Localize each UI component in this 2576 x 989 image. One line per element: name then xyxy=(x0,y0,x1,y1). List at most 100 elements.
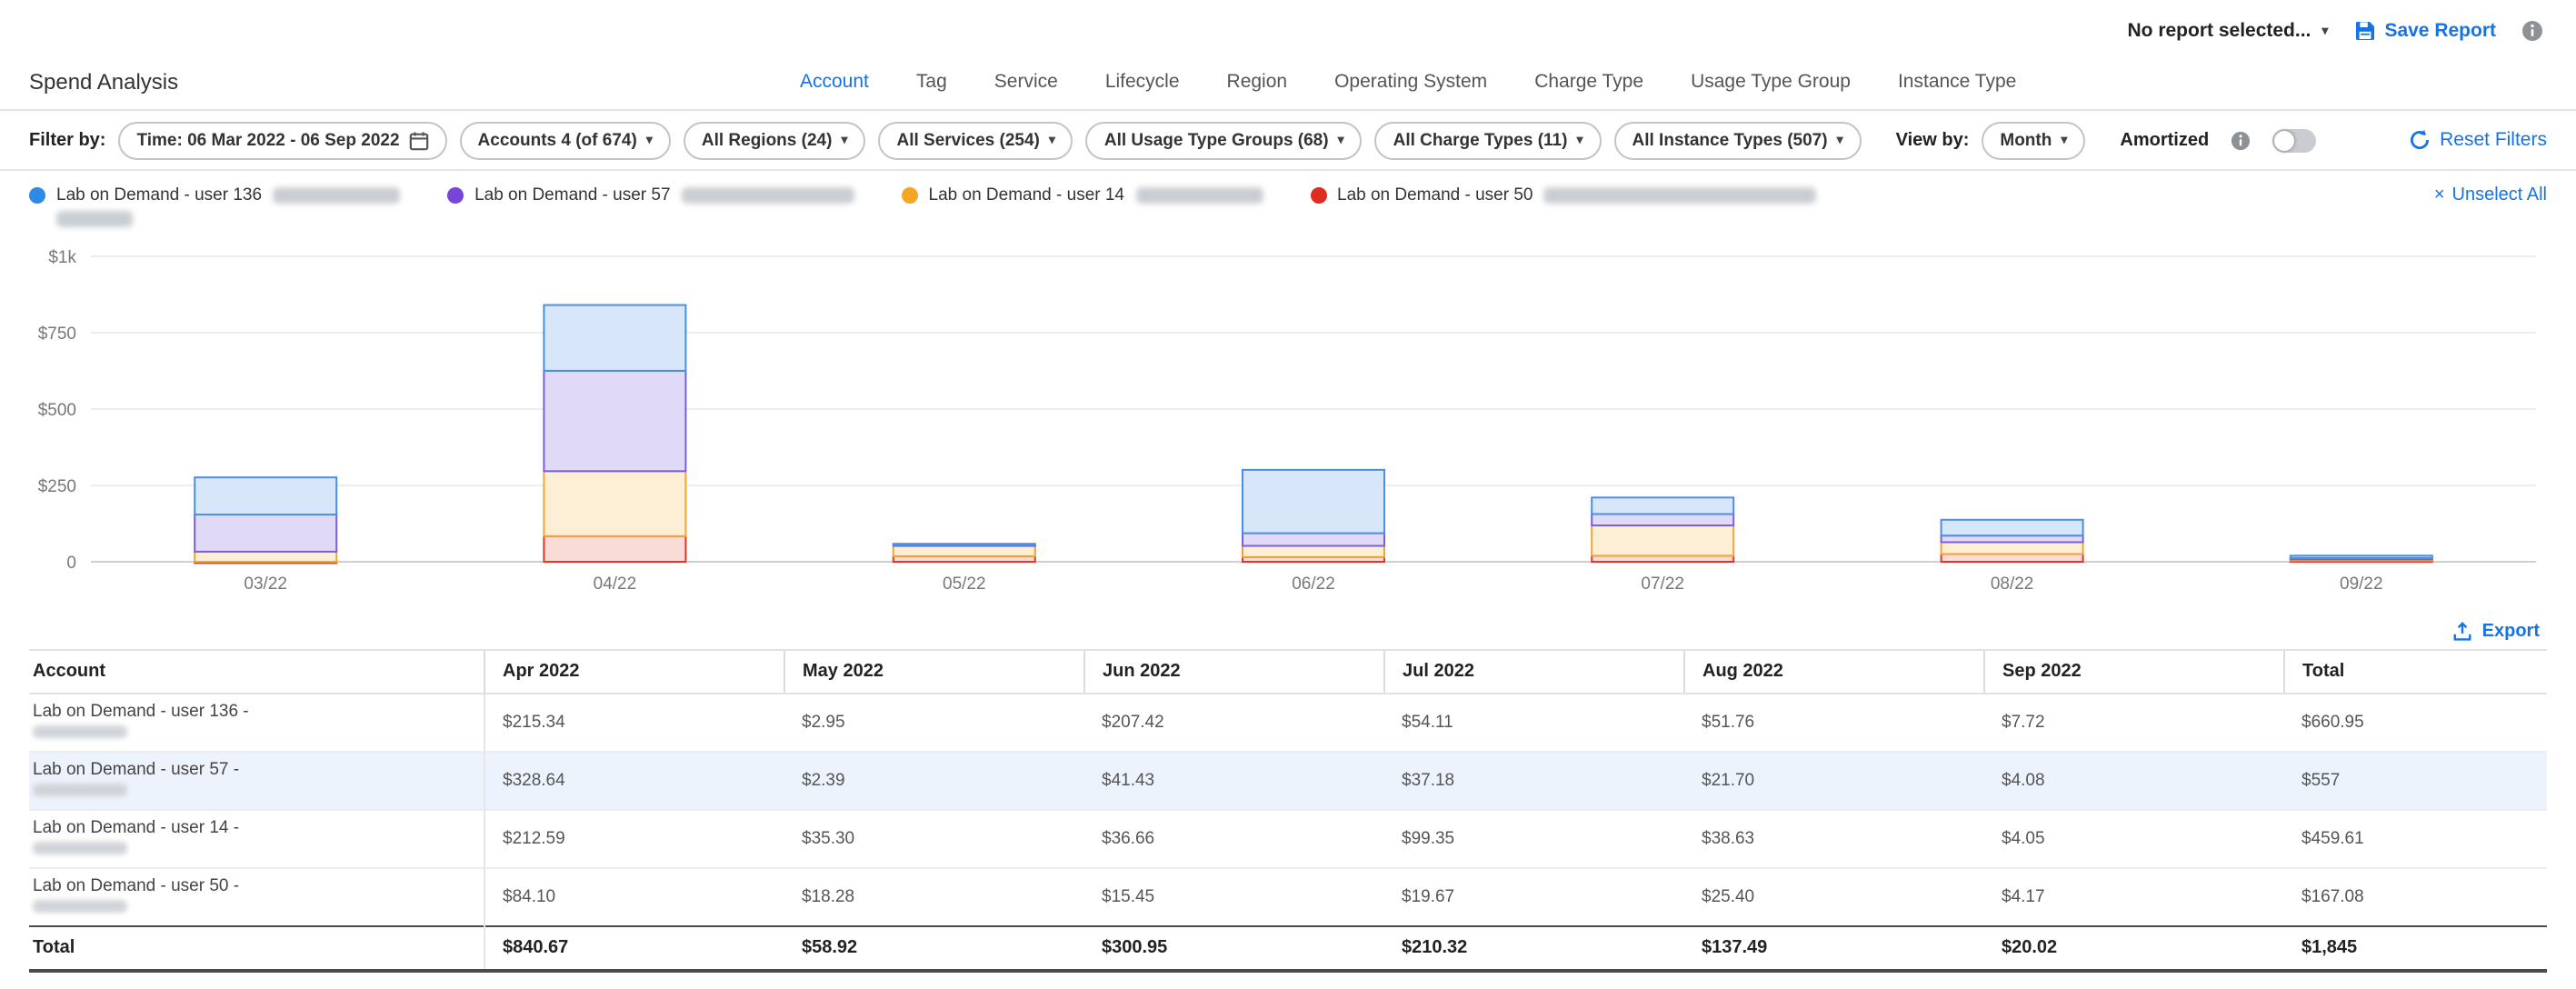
filter-pill-all-services[interactable]: All Services (254)▾ xyxy=(878,121,1073,159)
legend-item-lab-on-demand-user-50[interactable]: Lab on Demand - user 50 xyxy=(1310,185,1816,227)
bar-segment-lab-on-demand-user-50[interactable] xyxy=(1592,555,1733,562)
spend-table-container: AccountApr 2022May 2022Jun 2022Jul 2022A… xyxy=(0,649,2576,973)
bar-segment-lab-on-demand-user-14[interactable] xyxy=(1592,525,1733,555)
redacted-text xyxy=(33,900,127,913)
tab-charge-type[interactable]: Charge Type xyxy=(1534,71,1643,93)
legend-item-lab-on-demand-user-57[interactable]: Lab on Demand - user 57 xyxy=(447,185,854,227)
bar-segment-lab-on-demand-user-14[interactable] xyxy=(894,545,1035,556)
tab-account[interactable]: Account xyxy=(800,71,869,93)
table-cell: $19.67 xyxy=(1383,868,1683,926)
legend-dot xyxy=(29,187,45,204)
tab-instance-type[interactable]: Instance Type xyxy=(1898,71,2016,93)
table-row[interactable]: Lab on Demand - user 14 -$212.59$35.30$3… xyxy=(29,810,2547,868)
chevron-down-icon: ▾ xyxy=(1576,134,1583,146)
account-name: Lab on Demand - user 14 - xyxy=(33,818,468,838)
bar-segment-lab-on-demand-user-14[interactable] xyxy=(1942,542,2083,554)
column-header-total[interactable]: Total xyxy=(2283,650,2547,694)
column-header-jun-2022[interactable]: Jun 2022 xyxy=(1083,650,1383,694)
tab-lifecycle[interactable]: Lifecycle xyxy=(1105,71,1180,93)
chevron-down-icon: ▾ xyxy=(646,134,653,146)
redacted-text xyxy=(273,187,400,204)
reset-filters-button[interactable]: Reset Filters xyxy=(2409,129,2547,151)
legend-item-lab-on-demand-user-14[interactable]: Lab on Demand - user 14 xyxy=(902,185,1263,227)
account-cell: Lab on Demand - user 14 - xyxy=(29,810,484,868)
bar-segment-lab-on-demand-user-136[interactable] xyxy=(1942,520,2083,535)
table-row[interactable]: Lab on Demand - user 57 -$328.64$2.39$41… xyxy=(29,752,2547,810)
column-header-aug-2022[interactable]: Aug 2022 xyxy=(1683,650,1983,694)
chevron-down-icon: ▾ xyxy=(2321,25,2328,37)
legend-item-lab-on-demand-user-136[interactable]: Lab on Demand - user 136 xyxy=(29,185,400,227)
tab-operating-system[interactable]: Operating System xyxy=(1334,71,1487,93)
table-cell: $25.40 xyxy=(1683,868,1983,926)
table-cell: $167.08 xyxy=(2283,868,2547,926)
filter-pill-label: All Instance Types (507) xyxy=(1632,130,1828,150)
redacted-text xyxy=(1543,187,1816,204)
x-axis-tick-label: 03/22 xyxy=(244,574,287,594)
amortized-toggle[interactable] xyxy=(2272,128,2316,152)
export-row: Export xyxy=(0,618,2576,649)
bar-segment-lab-on-demand-user-136[interactable] xyxy=(1243,470,1384,534)
x-axis-tick-label: 09/22 xyxy=(2340,574,2383,594)
save-report-label: Save Report xyxy=(2384,20,2496,42)
table-cell: $37.18 xyxy=(1383,752,1683,810)
bar-segment-lab-on-demand-user-50[interactable] xyxy=(544,536,685,562)
bar-segment-lab-on-demand-user-14[interactable] xyxy=(195,552,336,562)
legend-dot xyxy=(447,187,464,204)
redacted-text xyxy=(33,842,127,854)
filter-pill-all-charge-types[interactable]: All Charge Types (11)▾ xyxy=(1375,121,1602,159)
unselect-all-label: Unselect All xyxy=(2452,185,2548,205)
column-header-may-2022[interactable]: May 2022 xyxy=(784,650,1083,694)
filter-pill-time-06-mar-2022-06-sep-2022[interactable]: Time: 06 Mar 2022 - 06 Sep 2022 xyxy=(118,121,446,159)
amortized-label: Amortized xyxy=(2120,130,2209,150)
view-by-month-dropdown[interactable]: Month ▾ xyxy=(1982,121,2085,159)
y-axis-tick-label: $250 xyxy=(38,477,76,496)
column-header-account[interactable]: Account xyxy=(29,650,484,694)
total-cell: $300.95 xyxy=(1083,926,1383,971)
filter-pill-all-usage-type-groups[interactable]: All Usage Type Groups (68)▾ xyxy=(1086,121,1363,159)
redacted-text xyxy=(1135,187,1263,204)
top-bar: No report selected... ▾ Save Report xyxy=(0,0,2576,55)
tab-service[interactable]: Service xyxy=(994,71,1058,93)
tab-region[interactable]: Region xyxy=(1227,71,1288,93)
tab-usage-type-group[interactable]: Usage Type Group xyxy=(1691,71,1851,93)
bar-segment-lab-on-demand-user-14[interactable] xyxy=(1243,546,1384,557)
bar-segment-lab-on-demand-user-136[interactable] xyxy=(544,305,685,371)
table-row[interactable]: Lab on Demand - user 136 -$215.34$2.95$2… xyxy=(29,694,2547,752)
table-cell: $54.11 xyxy=(1383,694,1683,752)
y-axis-tick-label: $750 xyxy=(38,325,76,344)
table-row[interactable]: Lab on Demand - user 50 -$84.10$18.28$15… xyxy=(29,868,2547,926)
bar-segment-lab-on-demand-user-14[interactable] xyxy=(544,471,685,535)
unselect-all-button[interactable]: × Unselect All xyxy=(2434,185,2547,205)
bar-segment-lab-on-demand-user-57[interactable] xyxy=(1592,514,1733,526)
info-icon[interactable] xyxy=(2521,20,2543,42)
table-cell: $36.66 xyxy=(1083,810,1383,868)
bar-segment-lab-on-demand-user-136[interactable] xyxy=(1592,497,1733,514)
bar-segment-lab-on-demand-user-57[interactable] xyxy=(1243,534,1384,546)
export-icon xyxy=(2453,622,2473,642)
bar-segment-lab-on-demand-user-50[interactable] xyxy=(1942,554,2083,562)
filter-pill-all-regions[interactable]: All Regions (24)▾ xyxy=(684,121,866,159)
info-icon[interactable] xyxy=(2231,130,2251,150)
save-report-button[interactable]: Save Report xyxy=(2353,20,2496,42)
bar-segment-lab-on-demand-user-57[interactable] xyxy=(195,514,336,552)
column-header-jul-2022[interactable]: Jul 2022 xyxy=(1383,650,1683,694)
table-cell: $557 xyxy=(2283,752,2547,810)
bar-segment-lab-on-demand-user-136[interactable] xyxy=(195,477,336,514)
bar-segment-lab-on-demand-user-57[interactable] xyxy=(1942,535,2083,542)
bar-segment-lab-on-demand-user-136[interactable] xyxy=(2291,555,2432,558)
table-cell: $459.61 xyxy=(2283,810,2547,868)
report-selector-dropdown[interactable]: No report selected... ▾ xyxy=(2128,20,2329,42)
spend-table: AccountApr 2022May 2022Jun 2022Jul 2022A… xyxy=(29,649,2547,973)
legend-dot xyxy=(902,187,918,204)
tab-tag[interactable]: Tag xyxy=(916,71,947,93)
table-cell: $212.59 xyxy=(484,810,784,868)
filter-pill-all-instance-types[interactable]: All Instance Types (507)▾ xyxy=(1614,121,1862,159)
column-header-sep-2022[interactable]: Sep 2022 xyxy=(1983,650,2283,694)
redacted-text xyxy=(33,725,127,738)
bar-segment-lab-on-demand-user-57[interactable] xyxy=(544,371,685,471)
view-by-label: View by: xyxy=(1896,130,1970,150)
column-header-apr-2022[interactable]: Apr 2022 xyxy=(484,650,784,694)
filter-pill-accounts-4[interactable]: Accounts 4 (of 674)▾ xyxy=(460,121,671,159)
export-button[interactable]: Export xyxy=(2453,622,2540,642)
legend-dot xyxy=(1310,187,1326,204)
